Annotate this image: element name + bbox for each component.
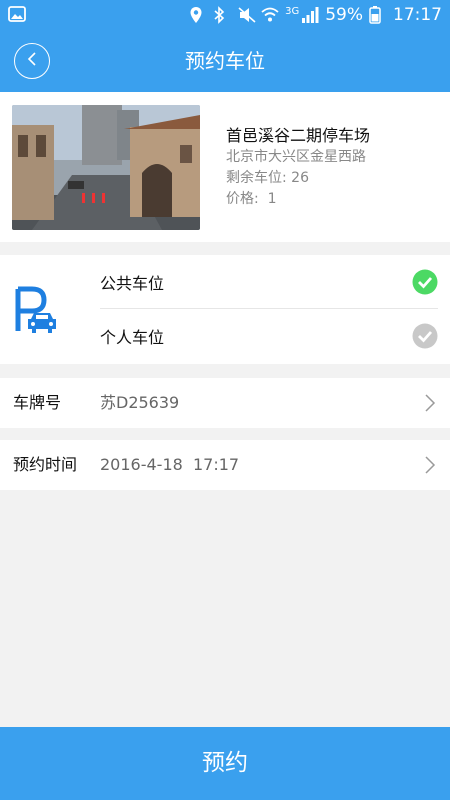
space-type-private[interactable]: 个人车位 xyxy=(100,309,438,363)
price: 价格: 1 xyxy=(226,191,277,207)
chevron-right-icon xyxy=(424,455,436,475)
reserve-time-value: 2016-4-18 17:17 xyxy=(100,455,240,474)
parking-lot-photo xyxy=(12,105,200,230)
plate-number-label: 车牌号 xyxy=(13,393,62,412)
remaining-spaces: 剩余车位: 26 xyxy=(226,170,309,186)
clock: 17:17 xyxy=(393,5,442,25)
nav-bar: 预约车位 xyxy=(0,30,450,92)
bluetooth-icon xyxy=(213,6,231,24)
check-unselected-icon[interactable] xyxy=(412,323,438,349)
check-selected-icon[interactable] xyxy=(412,269,438,295)
parking-car-icon xyxy=(14,283,58,335)
reserve-button[interactable]: 预约 xyxy=(0,727,450,800)
signal-icon xyxy=(301,6,319,24)
network-type: 3G xyxy=(285,5,300,17)
plate-number-value: 苏D25639 xyxy=(100,393,180,412)
reserve-time-label: 预约时间 xyxy=(13,455,78,474)
plate-number-row[interactable]: 车牌号 苏D25639 xyxy=(0,378,450,428)
parking-lot-card[interactable]: 首邑溪谷二期停车场 北京市大兴区金星西路 剩余车位: 26 价格: 1 xyxy=(0,92,450,242)
chevron-right-icon xyxy=(424,393,436,413)
mute-icon xyxy=(237,6,256,24)
reserve-time-row[interactable]: 预约时间 2016-4-18 17:17 xyxy=(0,440,450,490)
space-type-private-label: 个人车位 xyxy=(100,328,165,347)
space-type-public-label: 公共车位 xyxy=(100,273,165,293)
space-type-public[interactable]: 公共车位 xyxy=(100,255,438,309)
gallery-icon xyxy=(8,5,26,23)
page-title: 预约车位 xyxy=(185,49,265,73)
battery-icon xyxy=(369,6,387,24)
space-type-card: 公共车位 个人车位 xyxy=(0,255,450,364)
wifi-icon xyxy=(261,6,279,24)
location-icon xyxy=(189,6,207,24)
battery-percent: 59% xyxy=(325,5,363,25)
parking-lot-info: 首邑溪谷二期停车场 北京市大兴区金星西路 剩余车位: 26 价格: 1 xyxy=(226,125,370,210)
status-bar: 3G 59% 17:17 xyxy=(0,0,450,30)
parking-lot-address: 北京市大兴区金星西路 xyxy=(226,149,366,165)
parking-lot-name: 首邑溪谷二期停车场 xyxy=(226,126,371,145)
